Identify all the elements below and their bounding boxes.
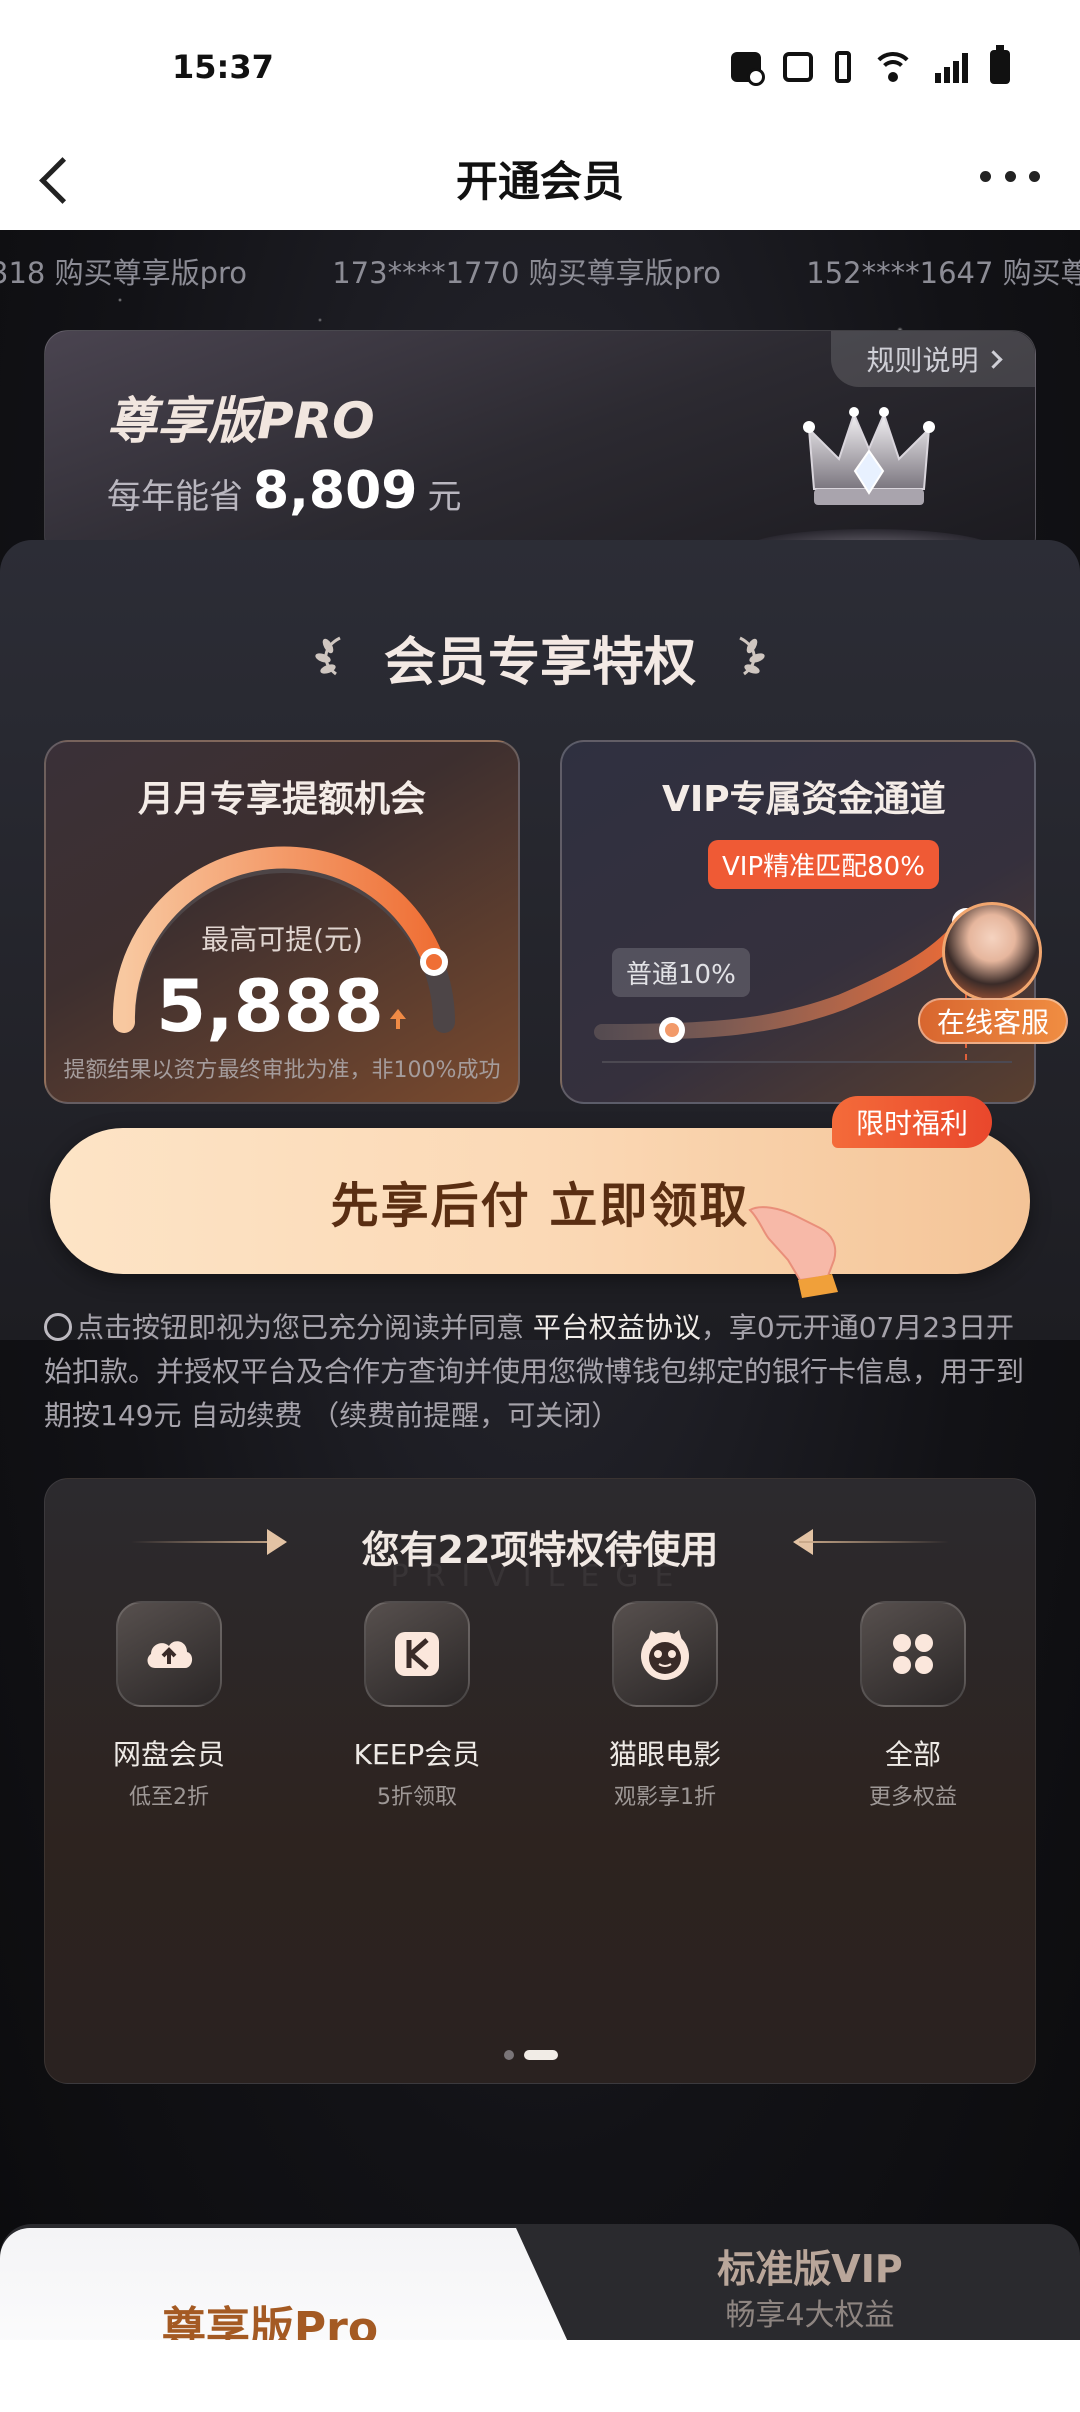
- bottom-panel: [0, 2340, 1080, 2412]
- annual-saving: 每年能省 8,809 元: [107, 461, 461, 521]
- benefit-item-all[interactable]: 全部 更多权益: [789, 1601, 1035, 1811]
- pro-plan-card: 规则说明 尊享版PRO 每年能省 8,809 元: [44, 330, 1036, 560]
- keep-icon: [364, 1601, 470, 1707]
- ticker-item: 152****1647 购买尊享版pro: [806, 256, 1080, 290]
- crown-icon: [803, 407, 935, 505]
- benefit-name: 网盘会员: [112, 1738, 225, 1771]
- vibrate-icon: [835, 51, 851, 83]
- rules-label: 规则说明: [866, 344, 979, 377]
- cat-icon: [612, 1601, 718, 1707]
- benefit-name: KEEP会员: [353, 1738, 481, 1771]
- decorative-line: [799, 1541, 949, 1543]
- card-title: VIP专属资金通道: [662, 779, 946, 820]
- ticker-item: 173****1770 购买尊享版pro: [332, 256, 722, 290]
- nfc-icon: [783, 52, 813, 82]
- card-disclaimer: 提额结果以资方最终审批为准，非100%成功: [63, 1058, 501, 1083]
- grid-icon: [860, 1601, 966, 1707]
- chevron-right-icon: [983, 349, 1003, 369]
- arrow-up-icon: [389, 1009, 406, 1029]
- gauge-label: 最高可提(元): [201, 923, 363, 956]
- main-content: 318 购买尊享版pro 173****1770 购买尊享版pro 152***…: [0, 230, 1080, 2412]
- purchase-ticker: 318 购买尊享版pro 173****1770 购买尊享版pro 152***…: [0, 250, 1080, 300]
- saving-amount: 8,809: [253, 461, 418, 521]
- vip-rate-label: VIP精准匹配80%: [708, 840, 939, 889]
- pager-dot-active[interactable]: [524, 2050, 558, 2060]
- customer-service-label: 在线客服: [918, 998, 1068, 1044]
- card-title: 月月专享提额机会: [137, 779, 426, 820]
- app-header: 开通会员: [0, 130, 1080, 230]
- signal-icon: [935, 51, 968, 83]
- benefit-desc: 观影享1折: [614, 1785, 716, 1810]
- normal-rate-label: 普通10%: [612, 948, 750, 997]
- agreement-text: 点击按钮即视为您已充分阅读并同意 平台权益协议，享0元开通07月23日开始扣款。…: [44, 1306, 1040, 1438]
- ticker-item: 318 购买尊享版pro: [0, 256, 248, 290]
- gauge-value: 5,888: [46, 964, 518, 1048]
- page-title: 开通会员: [455, 157, 624, 206]
- battery-icon: [990, 45, 1010, 84]
- cloud-upload-icon: [116, 1601, 222, 1707]
- rules-button[interactable]: 规则说明: [831, 331, 1035, 387]
- benefit-name: 猫眼电影: [608, 1738, 721, 1771]
- benefit-item-cloud[interactable]: 网盘会员 低至2折: [45, 1601, 293, 1811]
- status-time: 15:37: [172, 48, 274, 86]
- benefit-item-maoyan[interactable]: 猫眼电影 观影享1折: [541, 1601, 789, 1811]
- agreement-link[interactable]: 平台权益协议: [533, 1311, 701, 1344]
- claim-button[interactable]: 先享后付 立即领取: [50, 1128, 1030, 1274]
- status-bar: 15:37: [0, 0, 1080, 130]
- agreement-pre: 点击按钮即视为您已充分阅读并同意: [76, 1311, 533, 1344]
- more-icon[interactable]: [980, 168, 1040, 184]
- saving-unit: 元: [427, 477, 462, 517]
- status-icons: [731, 45, 1010, 86]
- agent-avatar: [942, 902, 1042, 1002]
- benefit-desc: 更多权益: [868, 1785, 957, 1810]
- benefit-list: 网盘会员 低至2折 KEEP会员 5折领取 猫眼电影 观影享1折 全部 更多权益: [45, 1601, 1035, 1811]
- notification-icon: [731, 52, 765, 86]
- gauge-amount: 5,888: [156, 964, 384, 1048]
- benefit-item-keep[interactable]: KEEP会员 5折领取: [293, 1601, 541, 1811]
- benefit-name: 全部: [884, 1738, 941, 1771]
- section-title: 会员专享特权: [383, 633, 696, 693]
- carousel-pager: [504, 2050, 558, 2060]
- tab-standard-title: 标准版VIP: [717, 2247, 903, 2291]
- benefits-title: 您有22项特权待使用: [361, 1528, 719, 1572]
- laurel-icon: [739, 636, 765, 676]
- benefit-desc: 低至2折: [129, 1785, 209, 1810]
- benefit-desc: 5折领取: [377, 1785, 457, 1810]
- plan-title: 尊享版PRO: [107, 392, 375, 450]
- quota-boost-card: 月月专享提额机会 最高可提(元) 5,888 提额结果以资方最终审批为准，非10…: [44, 740, 520, 1104]
- benefits-section: PRIVILEGE 您有22项特权待使用 网盘会员 低至2折 KEEP会员 5折…: [44, 1478, 1036, 2084]
- wifi-icon: [873, 52, 913, 82]
- limited-offer-badge: 限时福利: [832, 1096, 992, 1148]
- saving-prefix: 每年能省: [107, 477, 243, 517]
- pager-dot[interactable]: [504, 2050, 514, 2060]
- tab-standard-subtitle: 畅享4大权益: [725, 2298, 895, 2333]
- customer-service-button[interactable]: 在线客服: [918, 902, 1068, 1052]
- agree-radio-icon[interactable]: [44, 1313, 72, 1341]
- pointing-hand-icon: [748, 1206, 838, 1298]
- claim-button-label: 先享后付 立即领取: [330, 1178, 750, 1234]
